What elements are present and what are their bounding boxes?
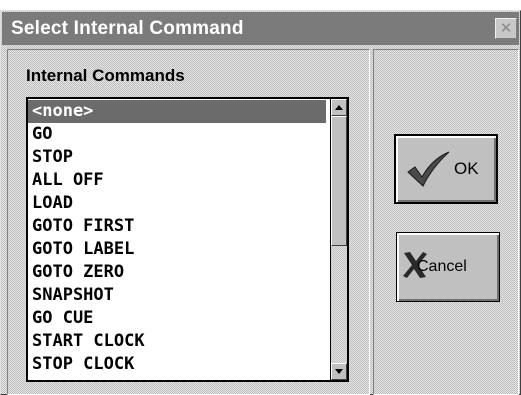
cancel-button[interactable]: Cancel (396, 232, 500, 302)
list-heading: Internal Commands (26, 66, 185, 85)
list-item[interactable]: STOP (28, 146, 326, 169)
arrow-up-icon (335, 105, 343, 110)
list-item[interactable]: <none> (28, 100, 326, 123)
close-icon: ✕ (499, 19, 513, 37)
list-item[interactable]: START CLOCK (28, 330, 326, 353)
scroll-down-button[interactable] (331, 363, 347, 380)
vertical-scrollbar[interactable] (330, 99, 347, 380)
arrow-down-icon (335, 369, 343, 374)
list-item[interactable]: SNAPSHOT (28, 284, 326, 307)
ok-button[interactable]: OK (394, 134, 498, 204)
list-item[interactable]: GO (28, 123, 326, 146)
ok-label: OK (454, 159, 479, 178)
list-item[interactable]: STOP CLOCK (28, 353, 326, 376)
list-item[interactable]: GOTO FIRST (28, 215, 326, 238)
scroll-up-button[interactable] (331, 99, 347, 116)
command-list: <none> GO STOP ALL OFF LOAD GOTO FIRST GOTO LA… (28, 100, 326, 376)
window-title: Select Internal Command (11, 18, 244, 39)
buttons-panel (373, 49, 519, 395)
checkmark-icon (407, 151, 450, 187)
list-item[interactable]: GOTO ZERO (28, 261, 326, 284)
internal-commands-listbox[interactable]: <none> GO STOP ALL OFF LOAD GOTO FIRST GOTO LA… (26, 97, 349, 382)
title-bar[interactable]: Select Internal Command ✕ (2, 12, 519, 45)
close-button[interactable]: ✕ (495, 18, 517, 39)
list-item[interactable]: GOTO LABEL (28, 238, 326, 261)
list-item[interactable]: GO CUE (28, 307, 326, 330)
list-item[interactable]: ALL OFF (28, 169, 326, 192)
cancel-label: Cancel (417, 258, 467, 275)
scroll-thumb[interactable] (331, 116, 347, 246)
list-item[interactable]: LOAD (28, 192, 326, 215)
